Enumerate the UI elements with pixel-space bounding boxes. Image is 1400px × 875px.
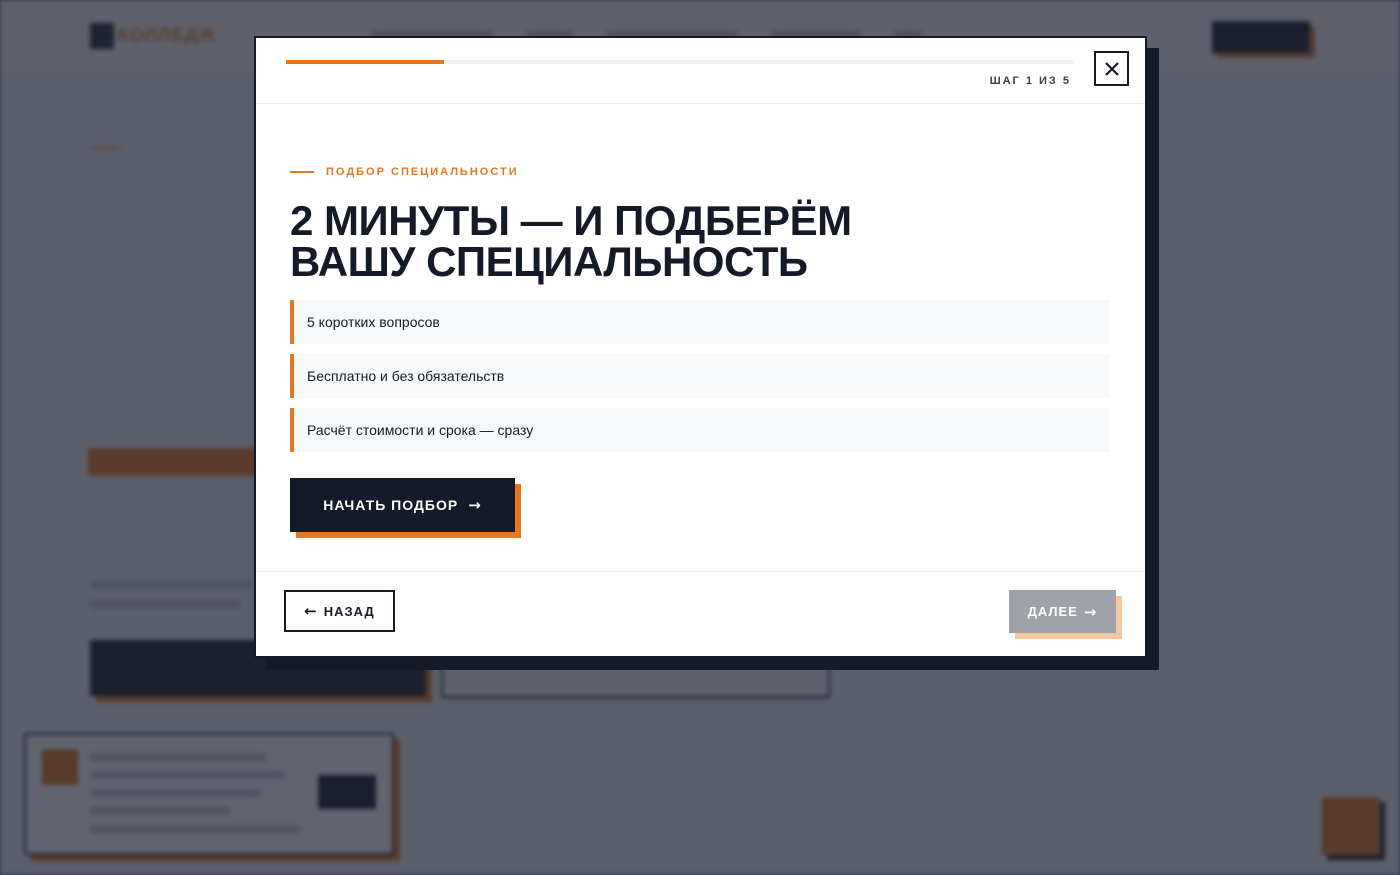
arrow-right-icon: → bbox=[468, 496, 482, 514]
start-selection-button[interactable]: НАЧАТЬ ПОДБОР → bbox=[290, 478, 515, 532]
feature-item: 5 коротких вопросов bbox=[290, 300, 1110, 344]
next-button-label: ДАЛЕЕ bbox=[1027, 604, 1078, 619]
title-line-2: ВАШУ СПЕЦИАЛЬНОСТЬ bbox=[290, 238, 808, 285]
progress-fill bbox=[286, 60, 444, 64]
start-button-label: НАЧАТЬ ПОДБОР bbox=[323, 497, 459, 513]
back-button[interactable]: ← НАЗАД bbox=[284, 590, 395, 632]
feature-list: 5 коротких вопросов Бесплатно и без обяз… bbox=[290, 300, 1110, 462]
header-divider bbox=[256, 103, 1145, 104]
specialty-quiz-modal: ШАГ 1 ИЗ 5 ПОДБОР СПЕЦИАЛЬНОСТИ 2 МИНУТЫ… bbox=[254, 36, 1147, 658]
eyebrow: ПОДБОР СПЕЦИАЛЬНОСТИ bbox=[290, 166, 519, 178]
eyebrow-label: ПОДБОР СПЕЦИАЛЬНОСТИ bbox=[326, 166, 519, 178]
arrow-right-icon: → bbox=[1083, 602, 1098, 621]
feature-item: Бесплатно и без обязательств bbox=[290, 354, 1110, 398]
feature-item: Расчёт стоимости и срока — сразу bbox=[290, 408, 1110, 452]
modal-title: 2 МИНУТЫ — И ПОДБЕРЁМ ВАШУ СПЕЦИАЛЬНОСТЬ bbox=[290, 197, 1090, 285]
footer-divider bbox=[256, 571, 1145, 572]
eyebrow-dash bbox=[290, 171, 314, 173]
close-button[interactable] bbox=[1094, 51, 1129, 86]
arrow-left-icon: ← bbox=[304, 602, 318, 620]
next-button[interactable]: ДАЛЕЕ → bbox=[1009, 590, 1116, 633]
back-button-label: НАЗАД bbox=[323, 603, 375, 619]
title-line-1: 2 МИНУТЫ — И ПОДБЕРЁМ bbox=[290, 197, 852, 244]
progress-bar bbox=[286, 60, 1074, 64]
step-indicator: ШАГ 1 ИЗ 5 bbox=[989, 75, 1071, 87]
close-icon bbox=[1104, 61, 1119, 76]
